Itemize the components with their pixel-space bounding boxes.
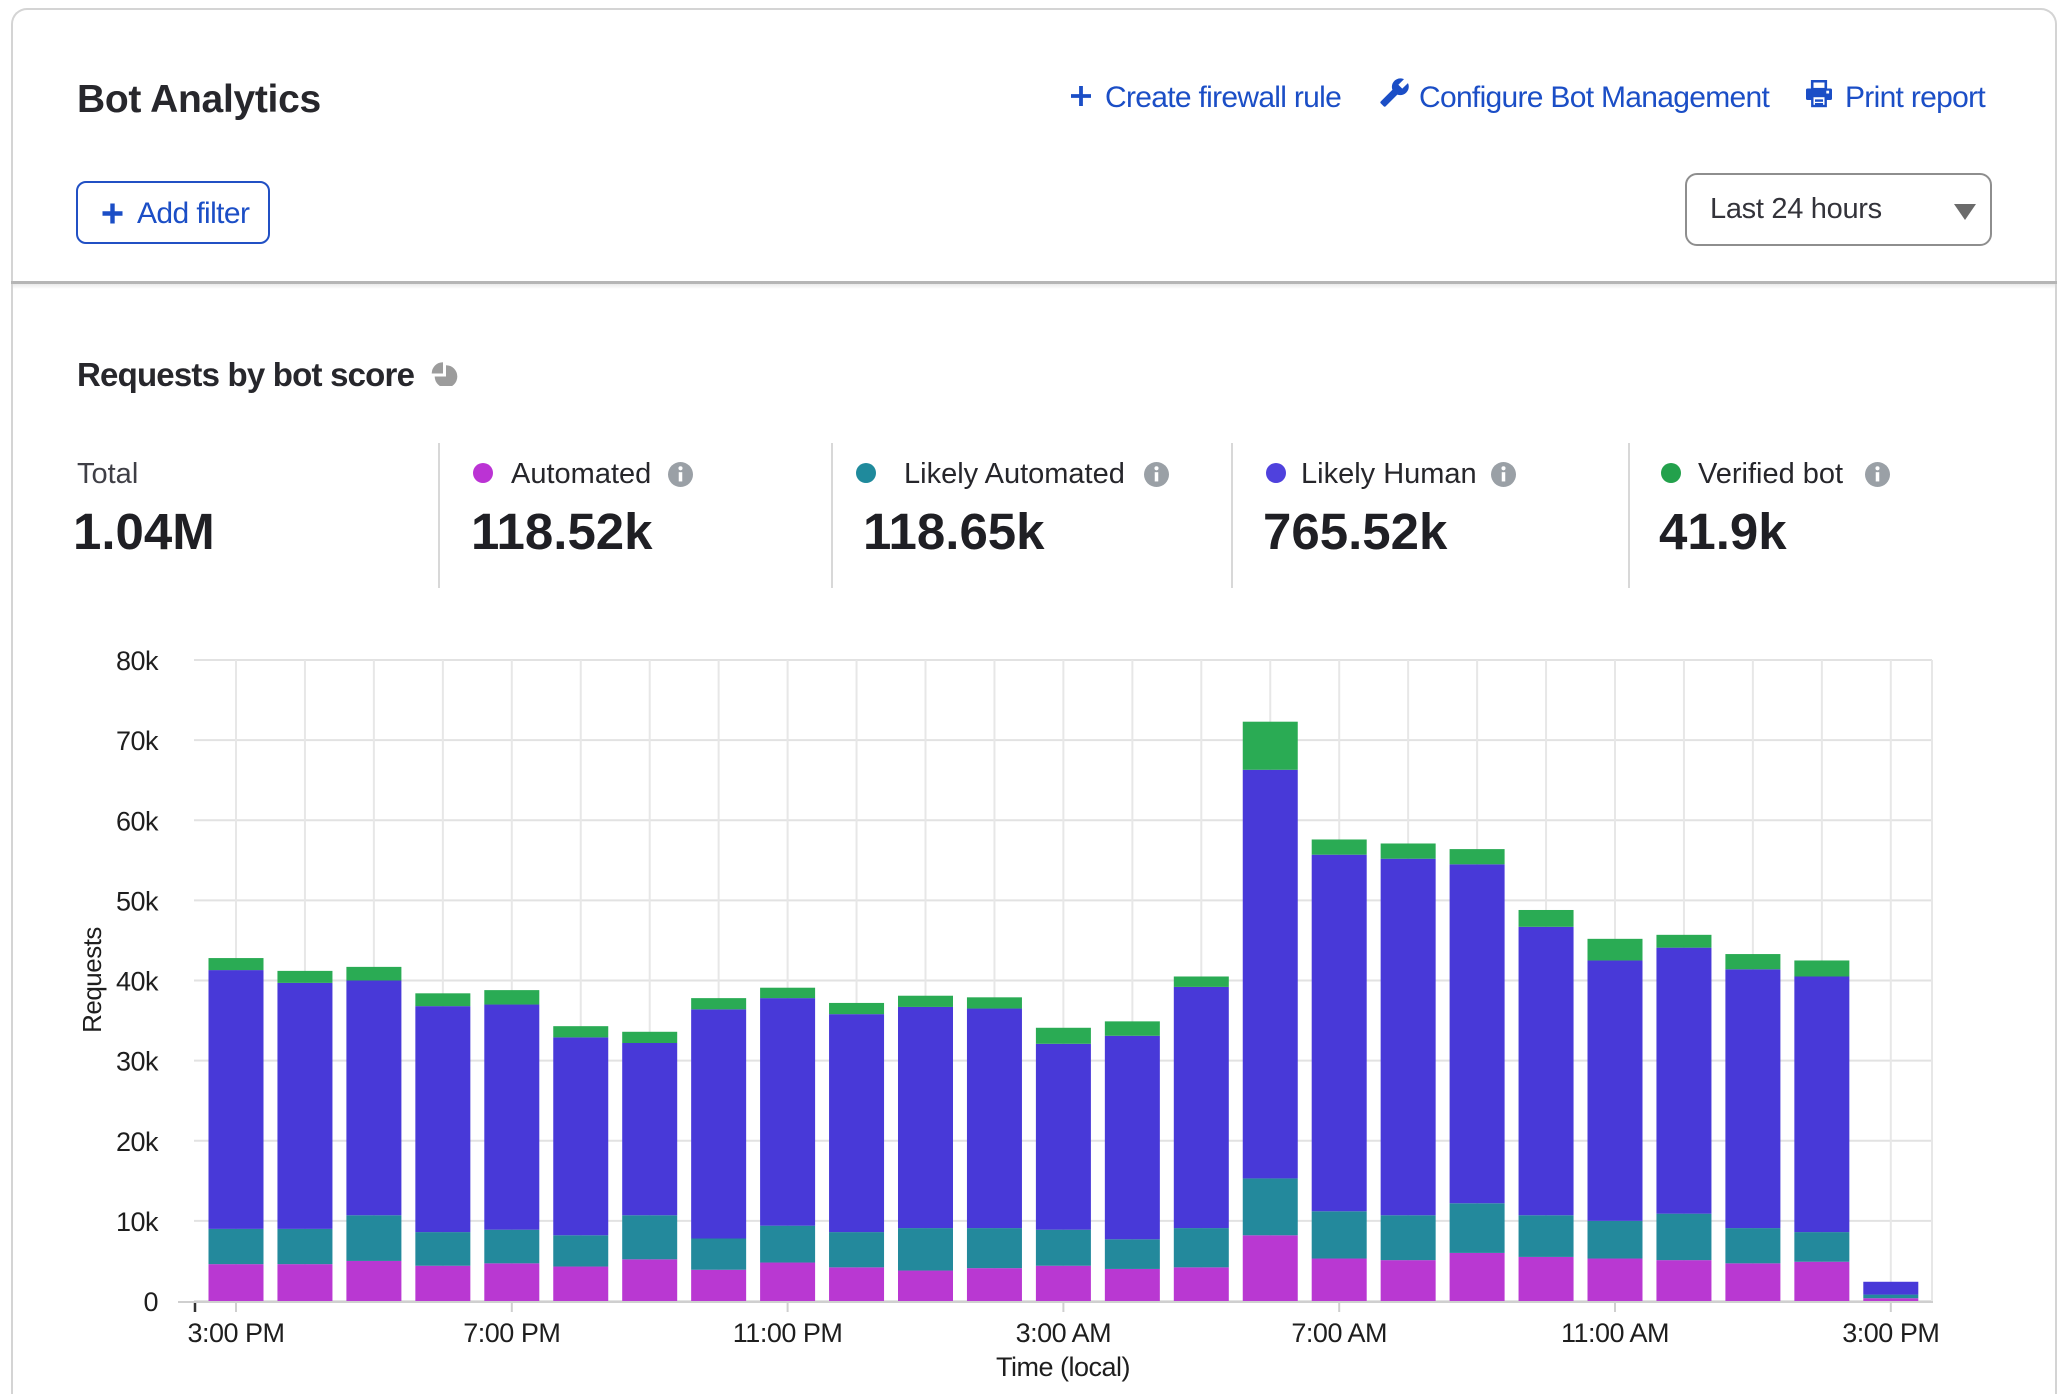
- svg-text:80k: 80k: [116, 646, 159, 676]
- svg-text:3:00 PM: 3:00 PM: [187, 1318, 284, 1348]
- svg-text:Requests: Requests: [77, 927, 107, 1033]
- svg-text:0: 0: [143, 1287, 158, 1317]
- svg-text:11:00 AM: 11:00 AM: [1561, 1318, 1669, 1348]
- svg-text:40k: 40k: [116, 967, 159, 997]
- svg-text:11:00 PM: 11:00 PM: [733, 1318, 843, 1348]
- svg-text:7:00 PM: 7:00 PM: [463, 1318, 560, 1348]
- svg-text:70k: 70k: [116, 726, 159, 756]
- svg-text:10k: 10k: [116, 1207, 159, 1237]
- svg-text:60k: 60k: [116, 806, 159, 836]
- svg-text:7:00 AM: 7:00 AM: [1291, 1318, 1387, 1348]
- svg-text:30k: 30k: [116, 1047, 159, 1077]
- svg-text:3:00 AM: 3:00 AM: [1016, 1318, 1112, 1348]
- svg-text:50k: 50k: [116, 886, 159, 916]
- svg-text:3:00 PM: 3:00 PM: [1842, 1318, 1939, 1348]
- svg-text:20k: 20k: [116, 1127, 159, 1157]
- svg-text:Time (local): Time (local): [996, 1352, 1130, 1382]
